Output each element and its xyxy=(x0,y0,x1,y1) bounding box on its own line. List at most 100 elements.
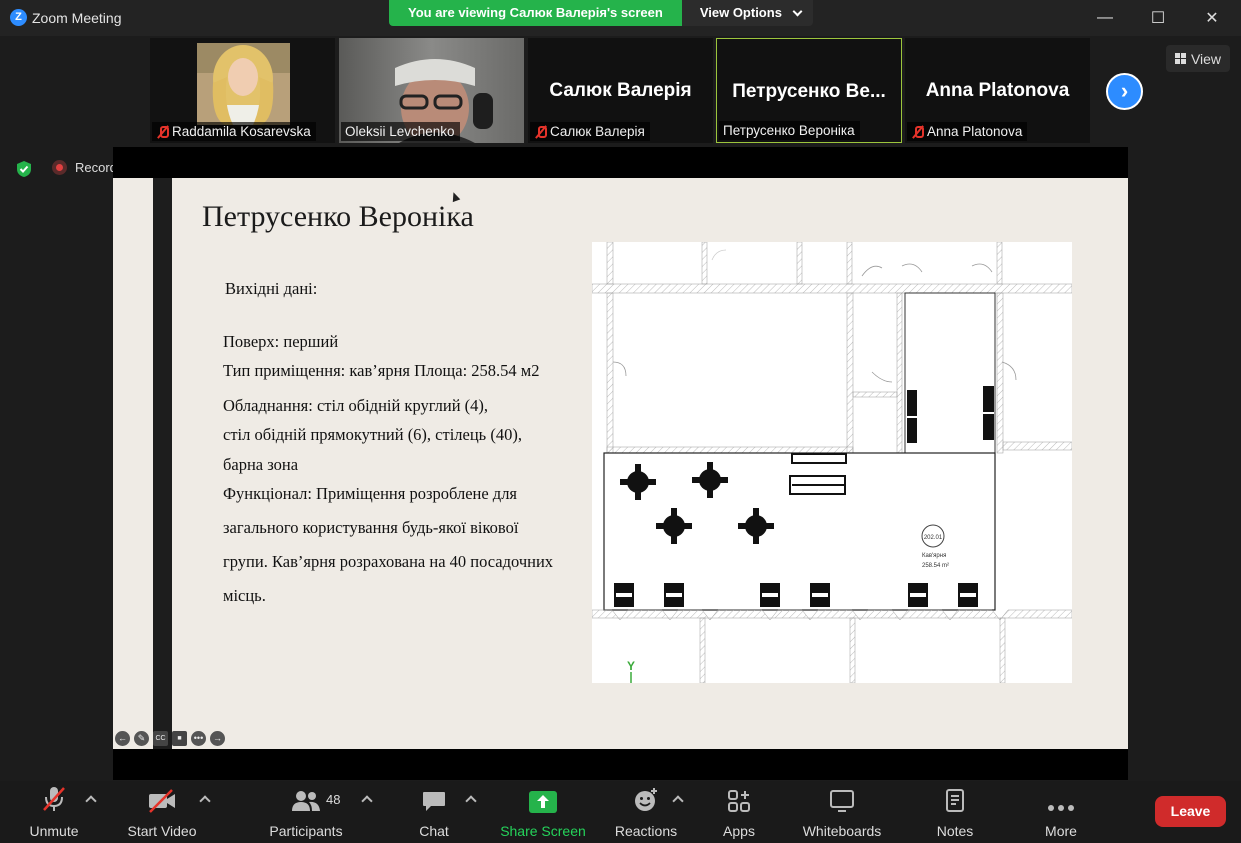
chevron-down-icon xyxy=(792,6,803,16)
reactions-button[interactable]: Reactions xyxy=(611,781,681,843)
chat-options-chevron-icon[interactable] xyxy=(465,795,477,807)
chat-label: Chat xyxy=(419,823,449,839)
axis-y-label: Y xyxy=(627,659,635,673)
chat-button[interactable]: Chat xyxy=(414,781,454,843)
viewing-screen-text: You are viewing Салюк Валерія's screen xyxy=(389,0,682,26)
unmute-button[interactable]: Unmute xyxy=(22,781,86,843)
participant-tile-active-speaker[interactable]: Петрусенко Ве... Петрусенко Вероніка xyxy=(716,38,902,143)
room-number-tag: 202.01 xyxy=(924,535,943,541)
share-screen-icon xyxy=(529,791,557,813)
recording-dot-icon xyxy=(52,160,67,175)
whiteboards-button[interactable]: Whiteboards xyxy=(799,781,885,843)
whiteboards-label: Whiteboards xyxy=(802,823,882,839)
leave-button[interactable]: Leave xyxy=(1155,796,1226,827)
slide-control-toolbar: ← ✎ CC ■ ••• → xyxy=(115,731,225,746)
shared-screen: Петрусенко Вероніка Вихідні дані: Поверх… xyxy=(113,147,1128,780)
view-options-button[interactable]: View Options xyxy=(681,0,813,26)
muted-mic-icon xyxy=(911,125,924,139)
participants-count-badge: 48 xyxy=(326,792,341,807)
participant-name: Raddamila Kosarevska xyxy=(172,124,311,139)
participant-name: Салюк Валерія xyxy=(550,124,645,139)
apps-button[interactable]: Apps xyxy=(719,781,759,843)
notes-label: Notes xyxy=(936,823,974,839)
apps-label: Apps xyxy=(723,823,755,839)
participant-tile[interactable]: Raddamila Kosarevska xyxy=(150,38,335,143)
notes-icon xyxy=(946,789,964,812)
participant-strip: Raddamila Kosarevska Oleksii Levchenko С… xyxy=(150,38,1090,143)
meeting-toolbar: Unmute Start Video Participants 48 Chat … xyxy=(0,781,1241,843)
participants-button[interactable]: Participants xyxy=(266,781,346,843)
slide-text-line: Обладнання: стіл обідній круглий (4), xyxy=(223,396,489,415)
participant-name: Oleksii Levchenko xyxy=(345,124,455,139)
share-screen-label: Share Screen xyxy=(500,823,586,839)
window-title: Zoom Meeting xyxy=(32,10,122,26)
participants-options-chevron-icon[interactable] xyxy=(361,795,373,807)
muted-microphone-icon xyxy=(43,787,65,811)
chat-bubble-icon xyxy=(423,792,445,811)
previous-slide-icon[interactable]: ← xyxy=(115,731,130,746)
slide-title: Петрусенко Вероніка xyxy=(202,200,474,233)
title-bar: Z Zoom Meeting You are viewing Салюк Вал… xyxy=(0,0,1241,36)
pen-icon[interactable]: ✎ xyxy=(134,731,149,746)
audio-options-chevron-icon[interactable] xyxy=(85,795,97,807)
notes-button[interactable]: Notes xyxy=(932,781,978,843)
encryption-shield-icon[interactable] xyxy=(15,160,33,178)
slide-text-line: Поверх: перший xyxy=(223,332,339,351)
participant-name-label: Raddamila Kosarevska xyxy=(152,122,316,141)
slide-text-line: групи. Кав’ярня розрахована на 40 посадо… xyxy=(223,552,554,571)
participant-name-label: Петрусенко Вероніка xyxy=(719,121,860,140)
muted-mic-icon xyxy=(156,125,169,139)
participant-name-label: Anna Platonova xyxy=(907,122,1028,141)
reactions-smiley-icon xyxy=(635,788,657,811)
zoom-meeting-window: Z Zoom Meeting You are viewing Салюк Вал… xyxy=(0,0,1241,843)
participant-name-label: Oleksii Levchenko xyxy=(341,122,460,141)
more-dots-icon xyxy=(1048,805,1074,811)
start-video-button[interactable]: Start Video xyxy=(122,781,202,843)
participant-display-name: Петрусенко Ве... xyxy=(732,81,886,102)
video-off-icon xyxy=(149,789,175,813)
floor-plan-drawing: 202.01 Кав'ярня 258.54 m² Y xyxy=(592,242,1072,683)
slide-text-line: Тип приміщення: кав’ярня Площа: 258.54 м… xyxy=(223,361,540,380)
share-screen-button[interactable]: Share Screen xyxy=(499,781,587,843)
participant-tile[interactable]: Салюк Валерія Салюк Валерія xyxy=(528,38,713,143)
slide-input-heading: Вихідні дані: xyxy=(225,279,318,298)
maximize-button[interactable]: ☐ xyxy=(1131,0,1185,36)
camera-off-icon[interactable]: ■ xyxy=(172,731,187,746)
participants-icon xyxy=(292,791,320,811)
close-button[interactable]: ✕ xyxy=(1185,0,1239,36)
reactions-label: Reactions xyxy=(614,823,678,839)
participant-tile[interactable]: Anna Platonova Anna Platonova xyxy=(905,38,1090,143)
participant-display-name: Салюк Валерія xyxy=(549,80,692,101)
slide-accent-bar xyxy=(153,178,172,749)
screen-share-banner: You are viewing Салюк Валерія's screen V… xyxy=(389,0,813,26)
participant-name: Петрусенко Вероніка xyxy=(723,123,855,138)
participant-display-name: Anna Platonova xyxy=(925,80,1070,101)
zoom-logo-icon: Z xyxy=(10,9,27,26)
unmute-label: Unmute xyxy=(29,823,79,839)
view-button[interactable]: View xyxy=(1166,45,1230,72)
more-label: More xyxy=(1045,823,1077,839)
next-slide-icon[interactable]: → xyxy=(210,731,225,746)
apps-grid-icon xyxy=(728,790,750,812)
view-button-label: View xyxy=(1190,50,1222,67)
more-button[interactable]: More xyxy=(1039,781,1083,843)
next-page-arrow-icon[interactable]: › xyxy=(1106,73,1143,110)
whiteboard-icon xyxy=(830,790,854,812)
more-options-icon[interactable]: ••• xyxy=(191,731,206,746)
captions-icon[interactable]: CC xyxy=(153,731,168,746)
participant-tile[interactable]: Oleksii Levchenko xyxy=(339,38,524,143)
slide-text-line: загального користування будь-якої віково… xyxy=(223,518,519,537)
slide-text-line: стіл обідній прямокутний (6), стілець (4… xyxy=(223,425,522,444)
slide-text-line: Функціонал: Приміщення розроблене для xyxy=(223,484,518,503)
view-options-label: View Options xyxy=(699,5,782,20)
slide-text-line: барна зона xyxy=(223,455,299,474)
room-area-tag: 258.54 m² xyxy=(922,563,949,569)
participant-name: Anna Platonova xyxy=(927,124,1023,139)
muted-mic-icon xyxy=(534,125,547,139)
grid-view-icon xyxy=(1174,53,1186,64)
participants-label: Participants xyxy=(269,823,343,839)
room-name-tag: Кав'ярня xyxy=(922,553,946,559)
participant-name-label: Салюк Валерія xyxy=(530,122,650,141)
participant-video xyxy=(197,43,290,125)
minimize-button[interactable]: — xyxy=(1078,0,1132,36)
